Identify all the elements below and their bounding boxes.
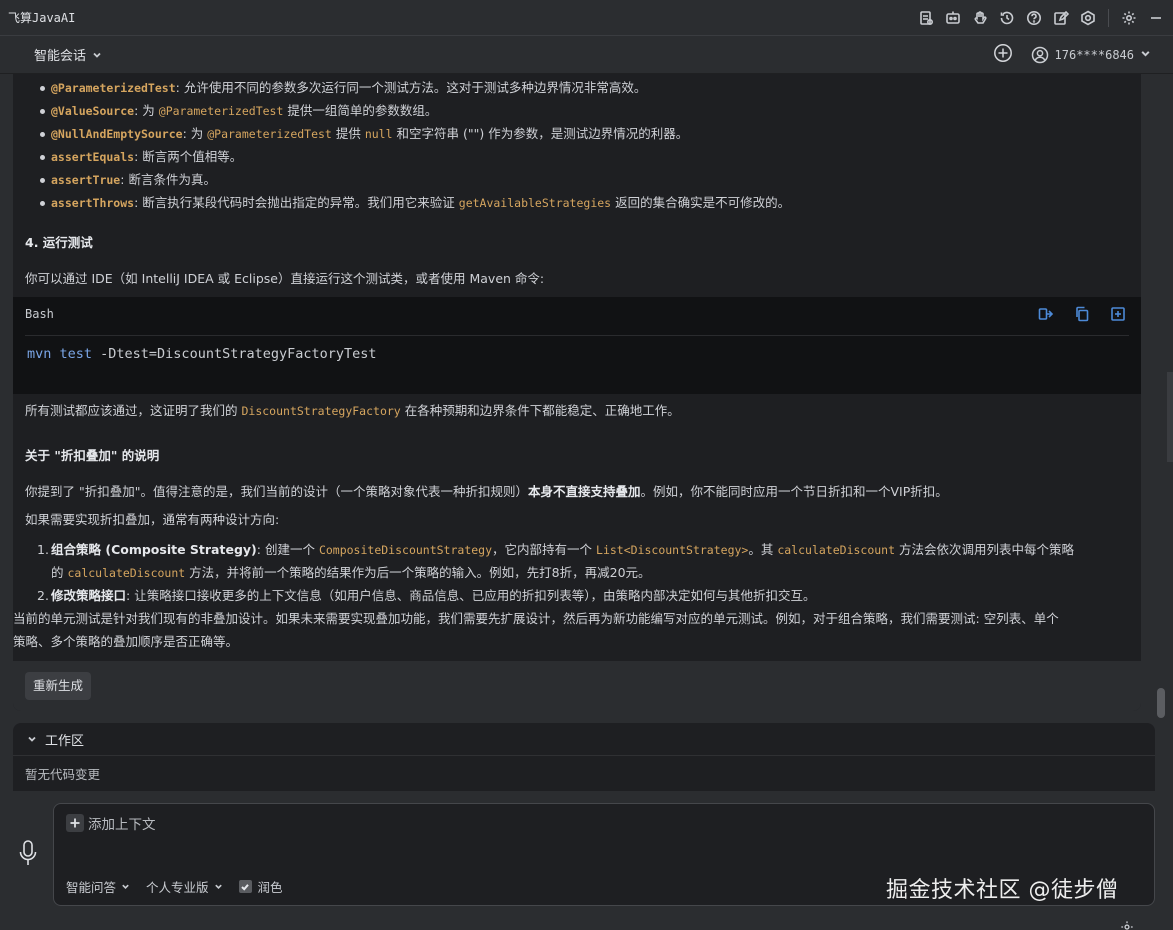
- plus-circle-icon: [993, 44, 1012, 62]
- add-context-button[interactable]: 添加上下文: [66, 813, 156, 833]
- ordered-list-item: 2. 修改策略接口: 让策略接口接收更多的上下文信息（如用户信息、商品信息、已应…: [37, 588, 816, 603]
- paragraph: 你可以通过 IDE（如 IntelliJ IDEA 或 Eclipse）直接运行…: [25, 271, 545, 286]
- answer-mode-label: 智能问答: [66, 880, 117, 895]
- list-item: assertEquals: 断言两个值相等。: [25, 145, 1129, 168]
- chevron-down-icon: [93, 52, 101, 58]
- copy-icon: [1076, 306, 1089, 322]
- list-item: assertThrows: 断言执行某段代码时会抛出指定的异常。我们用它来验证 …: [25, 191, 1129, 214]
- chat-message-panel: @ParameterizedTest: 允许使用不同的参数多次运行同一个测试方法…: [13, 74, 1141, 711]
- workspace-empty-text: 暂无代码变更: [25, 767, 101, 782]
- result-paragraph: 所有测试都应该通过，这证明了我们的 DiscountStrategyFactor…: [13, 399, 1141, 423]
- hand-icon[interactable]: [971, 9, 989, 27]
- gear-icon[interactable]: [1120, 9, 1138, 27]
- watermark: 掘金技术社区 @徒步僧: [886, 878, 1119, 903]
- annotation-list: @ParameterizedTest: 允许使用不同的参数多次运行同一个测试方法…: [13, 76, 1141, 214]
- user-phone: 176****6846: [1054, 47, 1134, 62]
- polish-label: 润色: [257, 880, 283, 895]
- regenerate-button[interactable]: 重新生成: [25, 672, 92, 700]
- polish-checkbox[interactable]: 润色: [238, 877, 283, 896]
- settings-hex-icon[interactable]: [1079, 9, 1097, 27]
- plan-label: 个人专业版: [146, 880, 209, 895]
- workspace-panel: 工作区 暂无代码变更: [13, 723, 1155, 791]
- new-file-button[interactable]: [1109, 305, 1127, 323]
- header-actions: 176****6846: [993, 43, 1151, 66]
- chevron-down-icon: [122, 884, 129, 889]
- workspace-toggle[interactable]: 工作区: [13, 723, 1155, 756]
- paragraph: 当前的单元测试是针对我们现有的非叠加设计。如果未来需要实现叠加功能，我们需要先扩…: [13, 611, 1059, 626]
- input-options: 智能问答 个人专业版 润色: [66, 877, 283, 896]
- insert-code-button[interactable]: [1037, 305, 1055, 323]
- scrollbar-thumb[interactable]: [1157, 688, 1165, 718]
- copy-code-button[interactable]: [1073, 305, 1091, 323]
- list-item: assertTrue: 断言条件为真。: [25, 168, 1129, 191]
- help-icon[interactable]: [1025, 9, 1043, 27]
- code-language-label: Bash: [25, 307, 54, 321]
- workspace-title: 工作区: [45, 733, 85, 749]
- side-edge-strip: [1167, 372, 1173, 462]
- section-stacking-note: 关于 "折扣叠加" 的说明 你提到了 "折扣叠加"。值得注意的是，我们当前的设计…: [13, 444, 1141, 653]
- chat-input[interactable]: [66, 840, 1136, 870]
- ordered-list-item-continuation: 的 calculateDiscount 方法，并将前一个策略的结果作为后一个策略…: [51, 565, 651, 580]
- title-bar-icons: [917, 8, 1165, 27]
- insert-icon: [1038, 308, 1054, 320]
- microphone-icon: [19, 840, 37, 865]
- code-block: Bash mvn test -Dtest=DiscountStrategyFac…: [13, 297, 1141, 394]
- section-heading: 关于 "折扣叠加" 的说明: [25, 448, 160, 463]
- list-item: @ValueSource: 为 @ParameterizedTest 提供一组简…: [25, 99, 1129, 122]
- gear-icon[interactable]: [1120, 920, 1134, 930]
- voice-input-button[interactable]: [16, 838, 40, 868]
- message-actions-bar: 重新生成: [13, 661, 1141, 711]
- plus-icon: [66, 814, 84, 832]
- minimize-icon[interactable]: [1147, 9, 1165, 27]
- paragraph: 策略、多个策略的叠加顺序是否正确等。: [13, 634, 239, 649]
- document-icon[interactable]: [917, 9, 935, 27]
- chevron-down-icon: [1141, 50, 1150, 57]
- plan-dropdown[interactable]: 个人专业版: [146, 877, 223, 896]
- paragraph: 你提到了 "折扣叠加"。值得注意的是，我们当前的设计（一个策略对象代表一种折扣规…: [25, 484, 948, 499]
- section-run-tests: 4. 运行测试 你可以通过 IDE（如 IntelliJ IDEA 或 Ecli…: [13, 231, 1141, 291]
- robot-icon[interactable]: [944, 9, 962, 27]
- new-chat-button[interactable]: [993, 43, 1013, 66]
- checkbox-checked-icon: [238, 880, 252, 893]
- chevron-down-icon: [214, 884, 222, 889]
- add-context-label: 添加上下文: [88, 817, 156, 833]
- history-icon[interactable]: [998, 9, 1016, 27]
- answer-mode-dropdown[interactable]: 智能问答: [66, 877, 130, 896]
- app-window: 飞算JavaAI 智能会话 176****6846 @Parameterized…: [0, 0, 1173, 930]
- paragraph: 所有测试都应该通过，这证明了我们的 DiscountStrategyFactor…: [25, 403, 680, 418]
- title-bar: 飞算JavaAI: [0, 0, 1173, 36]
- paragraph: 如果需要实现折扣叠加，通常有两种设计方向:: [25, 512, 280, 527]
- section-heading: 4. 运行测试: [25, 235, 93, 250]
- user-menu[interactable]: 176****6846: [1031, 46, 1151, 64]
- chevron-down-icon: [28, 736, 36, 742]
- edit-icon[interactable]: [1052, 9, 1070, 27]
- chat-mode-label: 智能会话: [34, 49, 87, 64]
- title-bar-separator: [1108, 8, 1109, 27]
- code-content: mvn test -Dtest=DiscountStrategyFactoryT…: [27, 346, 377, 362]
- list-item: @NullAndEmptySource: 为 @ParameterizedTes…: [25, 122, 1129, 145]
- window-title: 飞算JavaAI: [8, 11, 76, 25]
- add-file-icon: [1111, 307, 1125, 321]
- ordered-list-item: 1. 组合策略 (Composite Strategy): 创建一个 Compo…: [37, 542, 1075, 557]
- chat-header: 智能会话 176****6846: [0, 36, 1173, 74]
- list-item: @ParameterizedTest: 允许使用不同的参数多次运行同一个测试方法…: [25, 76, 1129, 99]
- code-block-divider: [25, 335, 1129, 336]
- chat-mode-dropdown[interactable]: 智能会话: [34, 45, 102, 64]
- code-block-actions: [1037, 305, 1127, 323]
- user-avatar-icon: [1031, 46, 1048, 63]
